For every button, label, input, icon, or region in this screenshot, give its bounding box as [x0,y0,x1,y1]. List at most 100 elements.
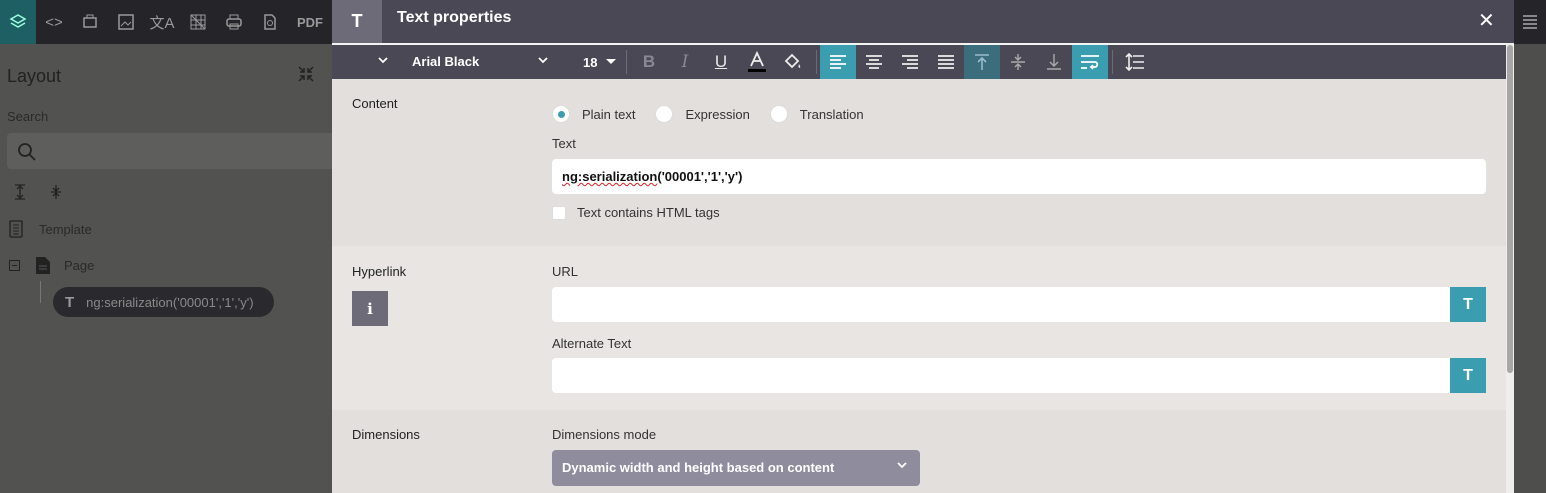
grid-icon[interactable] [180,0,216,44]
url-label: URL [552,264,579,279]
url-expression-button[interactable]: T [1450,287,1486,322]
font-family-select[interactable]: Arial Black [412,54,479,69]
align-left-icon [830,55,846,69]
font-color-button[interactable] [739,45,775,79]
tree-item-page[interactable]: Page [9,256,94,275]
dialog-scrollbar[interactable] [1506,43,1514,493]
radio-label: Expression [685,106,750,122]
info-button[interactable]: i [352,291,388,326]
chevron-down-icon[interactable] [377,53,389,69]
main-toolbar: <> 文A PDF [0,0,332,44]
text-type-badge: T [332,0,382,43]
tree-item-label: Page [64,258,95,273]
fill-color-button[interactable] [775,45,811,79]
radio-translation[interactable]: Translation [769,105,864,123]
radio-button[interactable] [655,105,674,123]
print-icon[interactable] [216,0,252,44]
font-size-select[interactable]: 18 [583,55,597,70]
collapse-all-icon[interactable] [50,184,62,204]
collapse-icon[interactable] [298,66,314,87]
html-tags-option[interactable]: Text contains HTML tags [552,205,720,220]
plugin-icon[interactable] [72,0,108,44]
radio-button[interactable] [769,105,788,123]
preview-icon[interactable] [252,0,288,44]
layout-title: Layout [7,66,62,86]
hyperlink-section-label: Hyperlink [352,264,407,279]
search-input[interactable] [7,133,332,169]
alternate-text-expression-button[interactable]: T [1450,358,1486,393]
valign-bottom-button[interactable] [1036,45,1072,79]
align-justify-icon [938,55,954,69]
search-label: Search [7,109,49,124]
tree-item-template[interactable]: Template [9,220,92,238]
dimensions-mode-label: Dimensions mode [552,427,657,442]
pdf-button[interactable]: PDF [288,0,332,44]
align-justify-button[interactable] [928,45,964,79]
toolbar-divider [1112,50,1113,74]
right-panel [1514,0,1546,493]
html-tags-label: Text contains HTML tags [577,205,720,220]
radio-label: Translation [799,106,864,122]
content-section-label: Content [352,96,398,111]
font-size-caret-icon[interactable] [606,59,616,64]
close-icon[interactable]: ✕ [1478,8,1495,33]
content-type-radio-group: Plain text Expression Translation [552,105,884,123]
dimensions-section-label: Dimensions [352,427,420,442]
alternate-text-input[interactable] [552,358,1450,393]
paint-bucket-icon [784,53,801,69]
valign-top-button[interactable] [964,45,1000,79]
line-spacing-button[interactable] [1117,45,1153,79]
text-wrap-icon [1081,55,1099,70]
image-icon[interactable] [108,0,144,44]
layout-panel: Layout Search Template Page T ng:seriali… [0,44,332,493]
font-color-icon [748,51,766,72]
radio-expression[interactable]: Expression [655,105,750,123]
line-spacing-icon [1125,53,1144,71]
dialog-title: Text properties [397,9,512,26]
underline-button[interactable]: U [703,45,739,79]
collapse-toggle-icon[interactable] [9,260,20,271]
valign-middle-button[interactable] [1000,45,1036,79]
text-field-value-suffix: ('00001','1','y') [657,169,743,184]
translate-icon[interactable]: 文A [144,0,180,44]
valign-bottom-icon [1047,54,1061,70]
text-wrap-button[interactable] [1072,45,1108,79]
tree-controls [14,184,62,204]
toolbar-divider [816,50,817,74]
italic-button[interactable]: I [667,45,703,79]
text-field[interactable]: ng:serialization('00001','1','y') [552,159,1486,194]
align-center-icon [866,55,882,69]
font-family-chevron-icon[interactable] [537,53,549,69]
dialog-header: T Text properties ✕ [332,0,1514,43]
tree-item-label: Template [39,221,92,237]
tree-item-selected-text[interactable]: T ng:serialization('00001','1','y') [53,287,274,317]
alternate-text-label: Alternate Text [552,336,632,351]
align-left-button[interactable] [820,45,856,79]
valign-middle-icon [1011,54,1025,70]
align-center-button[interactable] [856,45,892,79]
code-icon[interactable]: <> [36,0,72,44]
url-input[interactable] [552,287,1450,322]
hamburger-menu-icon[interactable] [1514,0,1546,44]
chevron-down-icon [896,459,908,474]
radio-label: Plain text [582,106,636,122]
html-tags-checkbox[interactable] [552,205,566,220]
template-icon [9,220,23,238]
tree-item-label: ng:serialization('00001','1','y') [86,294,254,310]
radio-button[interactable] [552,105,570,123]
radio-plain-text[interactable]: Plain text [552,105,635,123]
layers-icon[interactable] [0,0,36,44]
scrollbar-thumb[interactable] [1507,45,1513,373]
align-right-button[interactable] [892,45,928,79]
dimensions-mode-value: Dynamic width and height based on conten… [562,460,835,475]
page-icon [36,257,50,274]
toolbar-divider [626,50,627,74]
expand-all-icon[interactable] [14,184,26,204]
text-field-value-prefix: ng:serialization [562,169,658,184]
text-properties-dialog: T Text properties ✕ Arial Black 18 B I U [332,0,1514,493]
format-toolbar: Arial Black 18 B I U [332,45,1506,79]
search-icon [18,143,36,161]
bold-button[interactable]: B [631,45,667,79]
dimensions-mode-select[interactable]: Dynamic width and height based on conten… [552,450,920,486]
text-field-label: Text [552,136,576,151]
